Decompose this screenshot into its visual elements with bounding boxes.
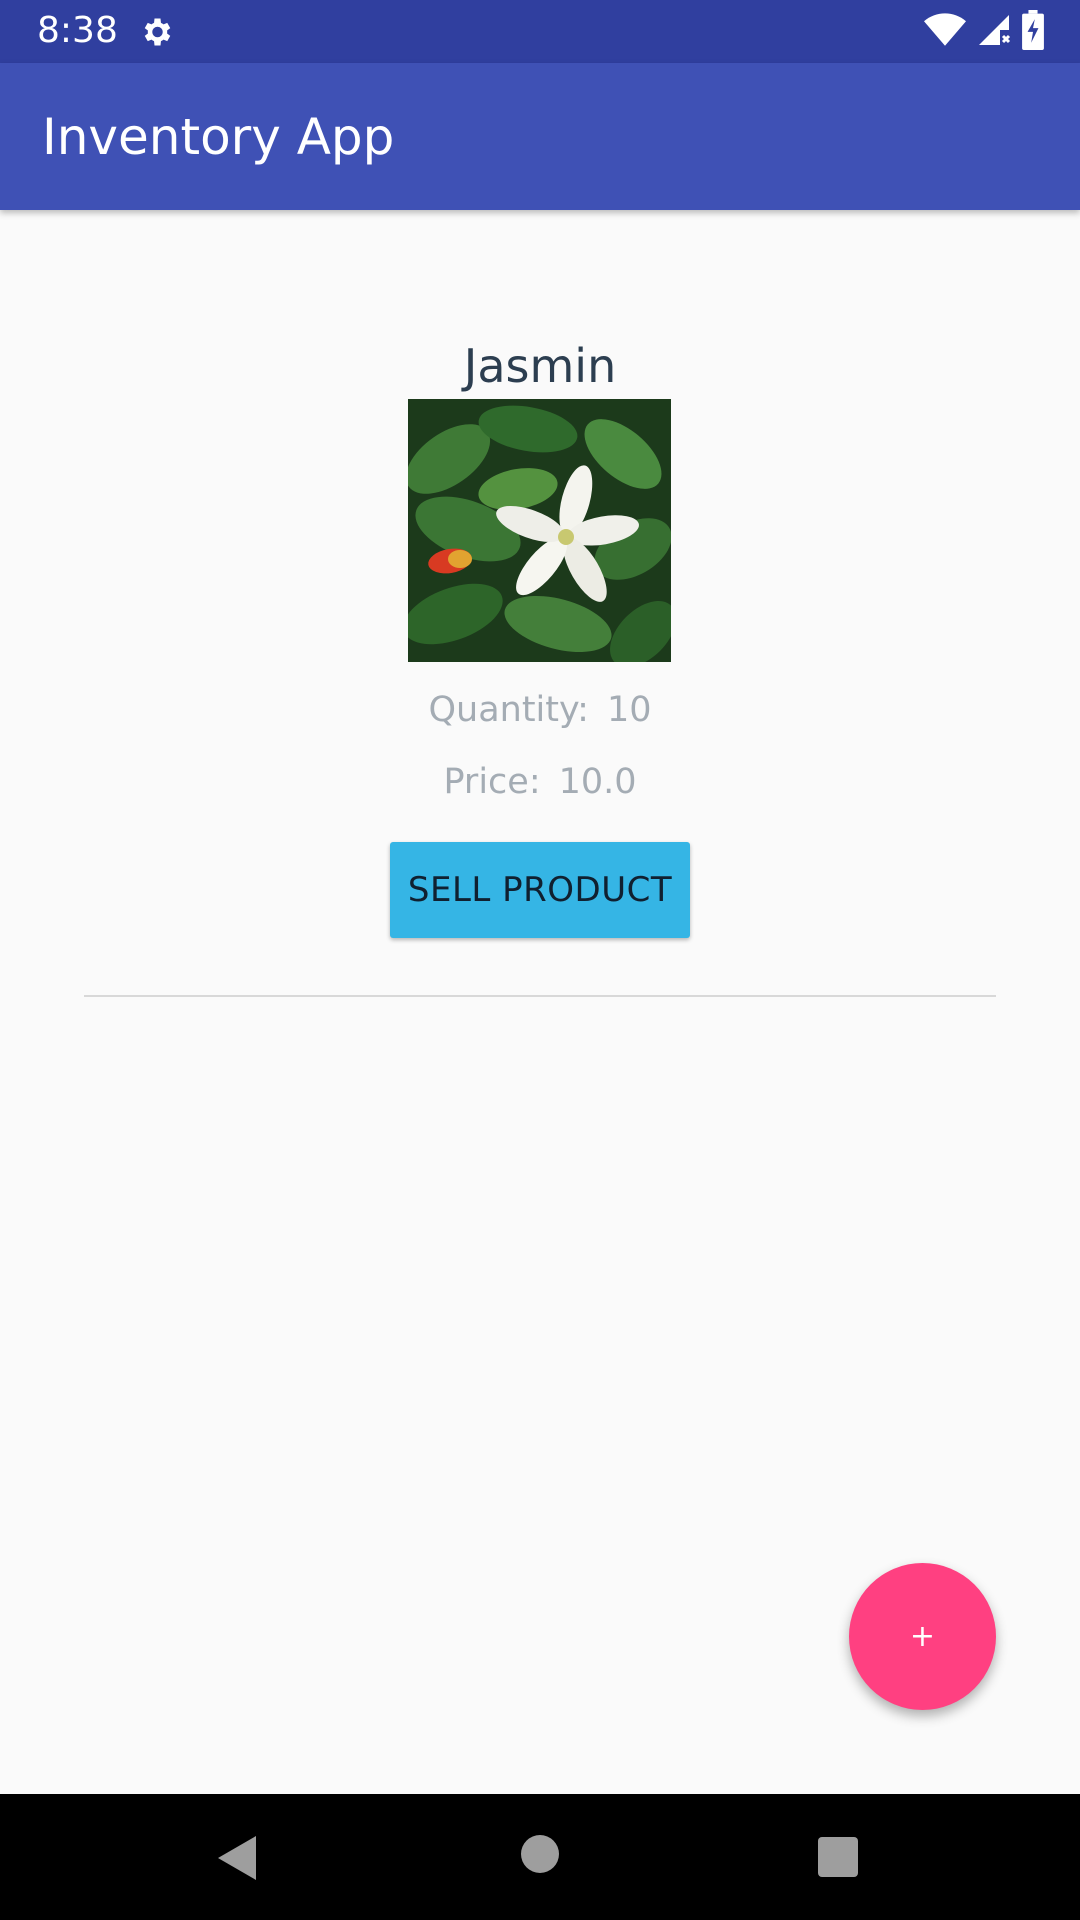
cell-signal-icon [976,12,1012,53]
add-product-fab[interactable]: + [849,1563,996,1710]
jasmine-flower-photo [408,399,671,662]
quantity-value: 10 [606,690,652,730]
back-icon[interactable] [216,1834,258,1887]
wifi-icon [924,12,966,53]
sell-product-button[interactable]: SELL PRODUCT [390,842,690,938]
sell-product-label: SELL PRODUCT [407,870,673,910]
home-icon[interactable] [520,1834,560,1879]
price-label: Price: [443,762,541,802]
status-icons [924,9,1044,55]
navigation-bar [0,1794,1080,1920]
recents-icon[interactable] [817,1836,859,1883]
quantity-row: Quantity: 10 [0,688,1080,732]
price-value: 10.0 [558,762,637,802]
list-divider [84,995,996,997]
gear-icon [138,14,174,50]
app-bar: Inventory App [0,63,1080,210]
battery-charging-icon [1022,9,1044,55]
price-row: Price: 10.0 [0,760,1080,804]
status-bar: 8:38 [0,0,1080,63]
status-time: 8:38 [37,10,118,51]
product-image [408,399,671,662]
product-name: Jasmin [463,339,617,393]
plus-icon: + [909,1618,936,1654]
quantity-label: Quantity: [428,690,589,730]
app-title: Inventory App [42,108,395,166]
